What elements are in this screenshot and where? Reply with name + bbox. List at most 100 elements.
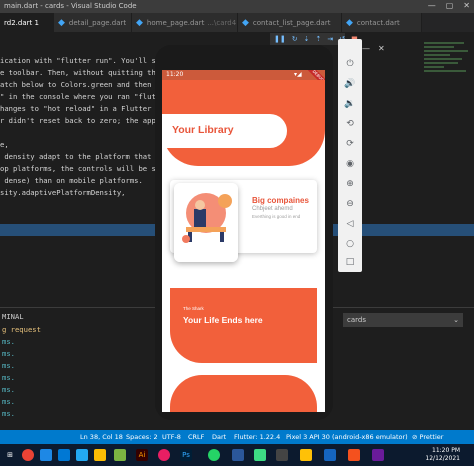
rotate-left-icon[interactable]: ⟲ [338,117,362,131]
book-cover-image [174,183,238,262]
phone-screen[interactable]: 11:20 ▾◢ DEBUG Your Library Big compaine… [162,70,325,412]
tab-card2[interactable]: rd2.dart 1 [0,13,54,32]
zoom-in-icon[interactable]: ⊕ [338,177,362,191]
desktop: main.dart - cards - Visual Studio Code —… [0,0,474,466]
tab-detail-page[interactable]: ◆ detail_page.dart [54,13,132,32]
volume-up-icon[interactable]: 🔊 [338,77,362,91]
maximize-button[interactable]: ▢ [446,1,454,10]
code-line: r didn't reset back to zero; the app [0,116,156,125]
illustrator-icon[interactable]: Ai [136,449,148,461]
partial-card[interactable] [170,375,317,412]
overview-icon[interactable]: □ [338,255,362,269]
prettier-status[interactable]: ⊘ Prettier [412,433,443,441]
step-out-icon[interactable]: ⇥ [327,35,333,43]
terminal-line: ms. [2,349,15,358]
terminal-line: ms. [2,409,15,418]
taskbar-clock[interactable]: 11:20 PM 12/12/2021 [425,447,460,463]
step-into-icon[interactable]: ⇡ [315,35,321,43]
code-line: dense) than on mobile platforms. [0,176,143,185]
app-icon[interactable] [114,449,126,461]
volume-down-icon[interactable]: 🔉 [338,97,362,111]
terminal-line: ms. [2,397,15,406]
edge-icon[interactable] [40,449,52,461]
emulator-close-button[interactable]: ✕ [378,44,385,53]
tab-home-page[interactable]: ◆ home_page.dart ...\card4 [132,13,238,32]
code-line: hanges to "hot reload" in a Flutter I [0,104,161,113]
line-ending[interactable]: CRLF [188,433,204,441]
tab-label: rd2.dart 1 [4,18,39,27]
cursor-position[interactable]: Ln 38, Col 18 [80,433,123,441]
code-line: sity.adaptivePlatformDensity, [0,188,126,197]
status-bar: Ln 38, Col 18 Spaces: 2 UTF-8 CRLF Dart … [0,430,474,444]
folder-icon[interactable] [94,449,106,461]
language-mode[interactable]: Dart [212,433,226,441]
code-line: e, [0,140,9,149]
book-card[interactable]: Big compaines Chbjeet ahemd Everthing is… [170,180,317,262]
window-titlebar: main.dart - cards - Visual Studio Code —… [0,0,474,13]
emulator-window-controls: — ✕ [362,44,385,53]
code-line: " in the console where you ran "flut [0,92,156,101]
code-line: op platforms, the controls will be sm [0,164,161,173]
hot-restart-icon[interactable]: ↻ [292,35,298,43]
app-icon[interactable] [372,449,384,461]
tab-label: home_page.dart [146,18,205,27]
flutter-version[interactable]: Flutter: 1.22.4 [234,433,280,441]
tab-label: contact.dart [356,18,400,27]
tab-path: ...\card4 [207,18,237,27]
book-description: Everthing is good in end [252,214,301,219]
feature-title: Your Life Ends here [183,315,263,325]
word-icon[interactable] [232,449,244,461]
minimap[interactable] [424,42,472,82]
feature-card[interactable]: The Shark Your Life Ends here [170,288,317,363]
dart-file-icon: ◆ [242,17,249,28]
zoom-out-icon[interactable]: ⊖ [338,197,362,211]
whatsapp-icon[interactable] [208,449,220,461]
photoshop-icon[interactable]: Ps [180,449,192,461]
phone-time: 11:20 [166,71,184,78]
camera-icon[interactable]: ◉ [338,157,362,171]
settings-icon[interactable] [276,449,288,461]
step-over-icon[interactable]: ⇣ [304,35,310,43]
android-icon[interactable] [254,449,266,461]
terminal-line: ms. [2,385,15,394]
chrome-icon[interactable] [22,449,34,461]
terminal-select[interactable]: cards ⌄ [343,313,463,327]
pause-icon[interactable]: ❚❚ [274,35,286,43]
indentation[interactable]: Spaces: 2 [126,433,158,441]
app-icon[interactable] [324,449,336,461]
code-line: density adapt to the platform that y [0,152,161,161]
terminal-line: g request [2,325,41,334]
signal-icon: ▾◢ [294,71,302,78]
book-author: Chbjeet ahemd [252,206,293,212]
page-title: Your Library [172,124,234,136]
minimize-button[interactable]: — [428,1,436,10]
dart-file-icon: ◆ [58,17,65,28]
tab-contact-list-page[interactable]: ◆ contact_list_page.dart [238,13,342,32]
terminal-line: ms. [2,373,15,382]
device-selector[interactable]: Pixel 3 API 30 (android-x86 emulator) [286,433,408,441]
emulator-minimize-button[interactable]: — [362,44,370,53]
clock-time: 11:20 PM [432,447,460,454]
terminal-line: ms. [2,361,15,370]
back-icon[interactable]: ◁ [338,217,362,231]
start-icon[interactable]: ⊞ [4,449,16,461]
dart-file-icon: ◆ [346,17,353,28]
tab-label: contact_list_page.dart [252,18,331,27]
power-icon[interactable]: ⏻ [338,57,362,71]
clock-date: 12/12/2021 [425,455,460,462]
app-icon[interactable] [348,449,360,461]
panel-tab-terminal[interactable]: MINAL [2,312,24,321]
vscode-icon[interactable] [76,449,88,461]
editor-tab-bar: rd2.dart 1 ◆ detail_page.dart ◆ home_pag… [0,13,474,32]
home-icon[interactable]: ○ [338,237,362,251]
media-icon[interactable] [158,449,170,461]
store-icon[interactable] [58,449,70,461]
close-window-button[interactable]: ✕ [463,1,470,10]
app-icon[interactable] [300,449,312,461]
tab-contact[interactable]: ◆ contact.dart [342,13,422,32]
library-header: Your Library [162,80,325,166]
tab-label: detail_page.dart [68,18,127,27]
rotate-right-icon[interactable]: ⟳ [338,137,362,151]
dart-file-icon: ◆ [136,17,143,28]
encoding[interactable]: UTF-8 [162,433,181,441]
